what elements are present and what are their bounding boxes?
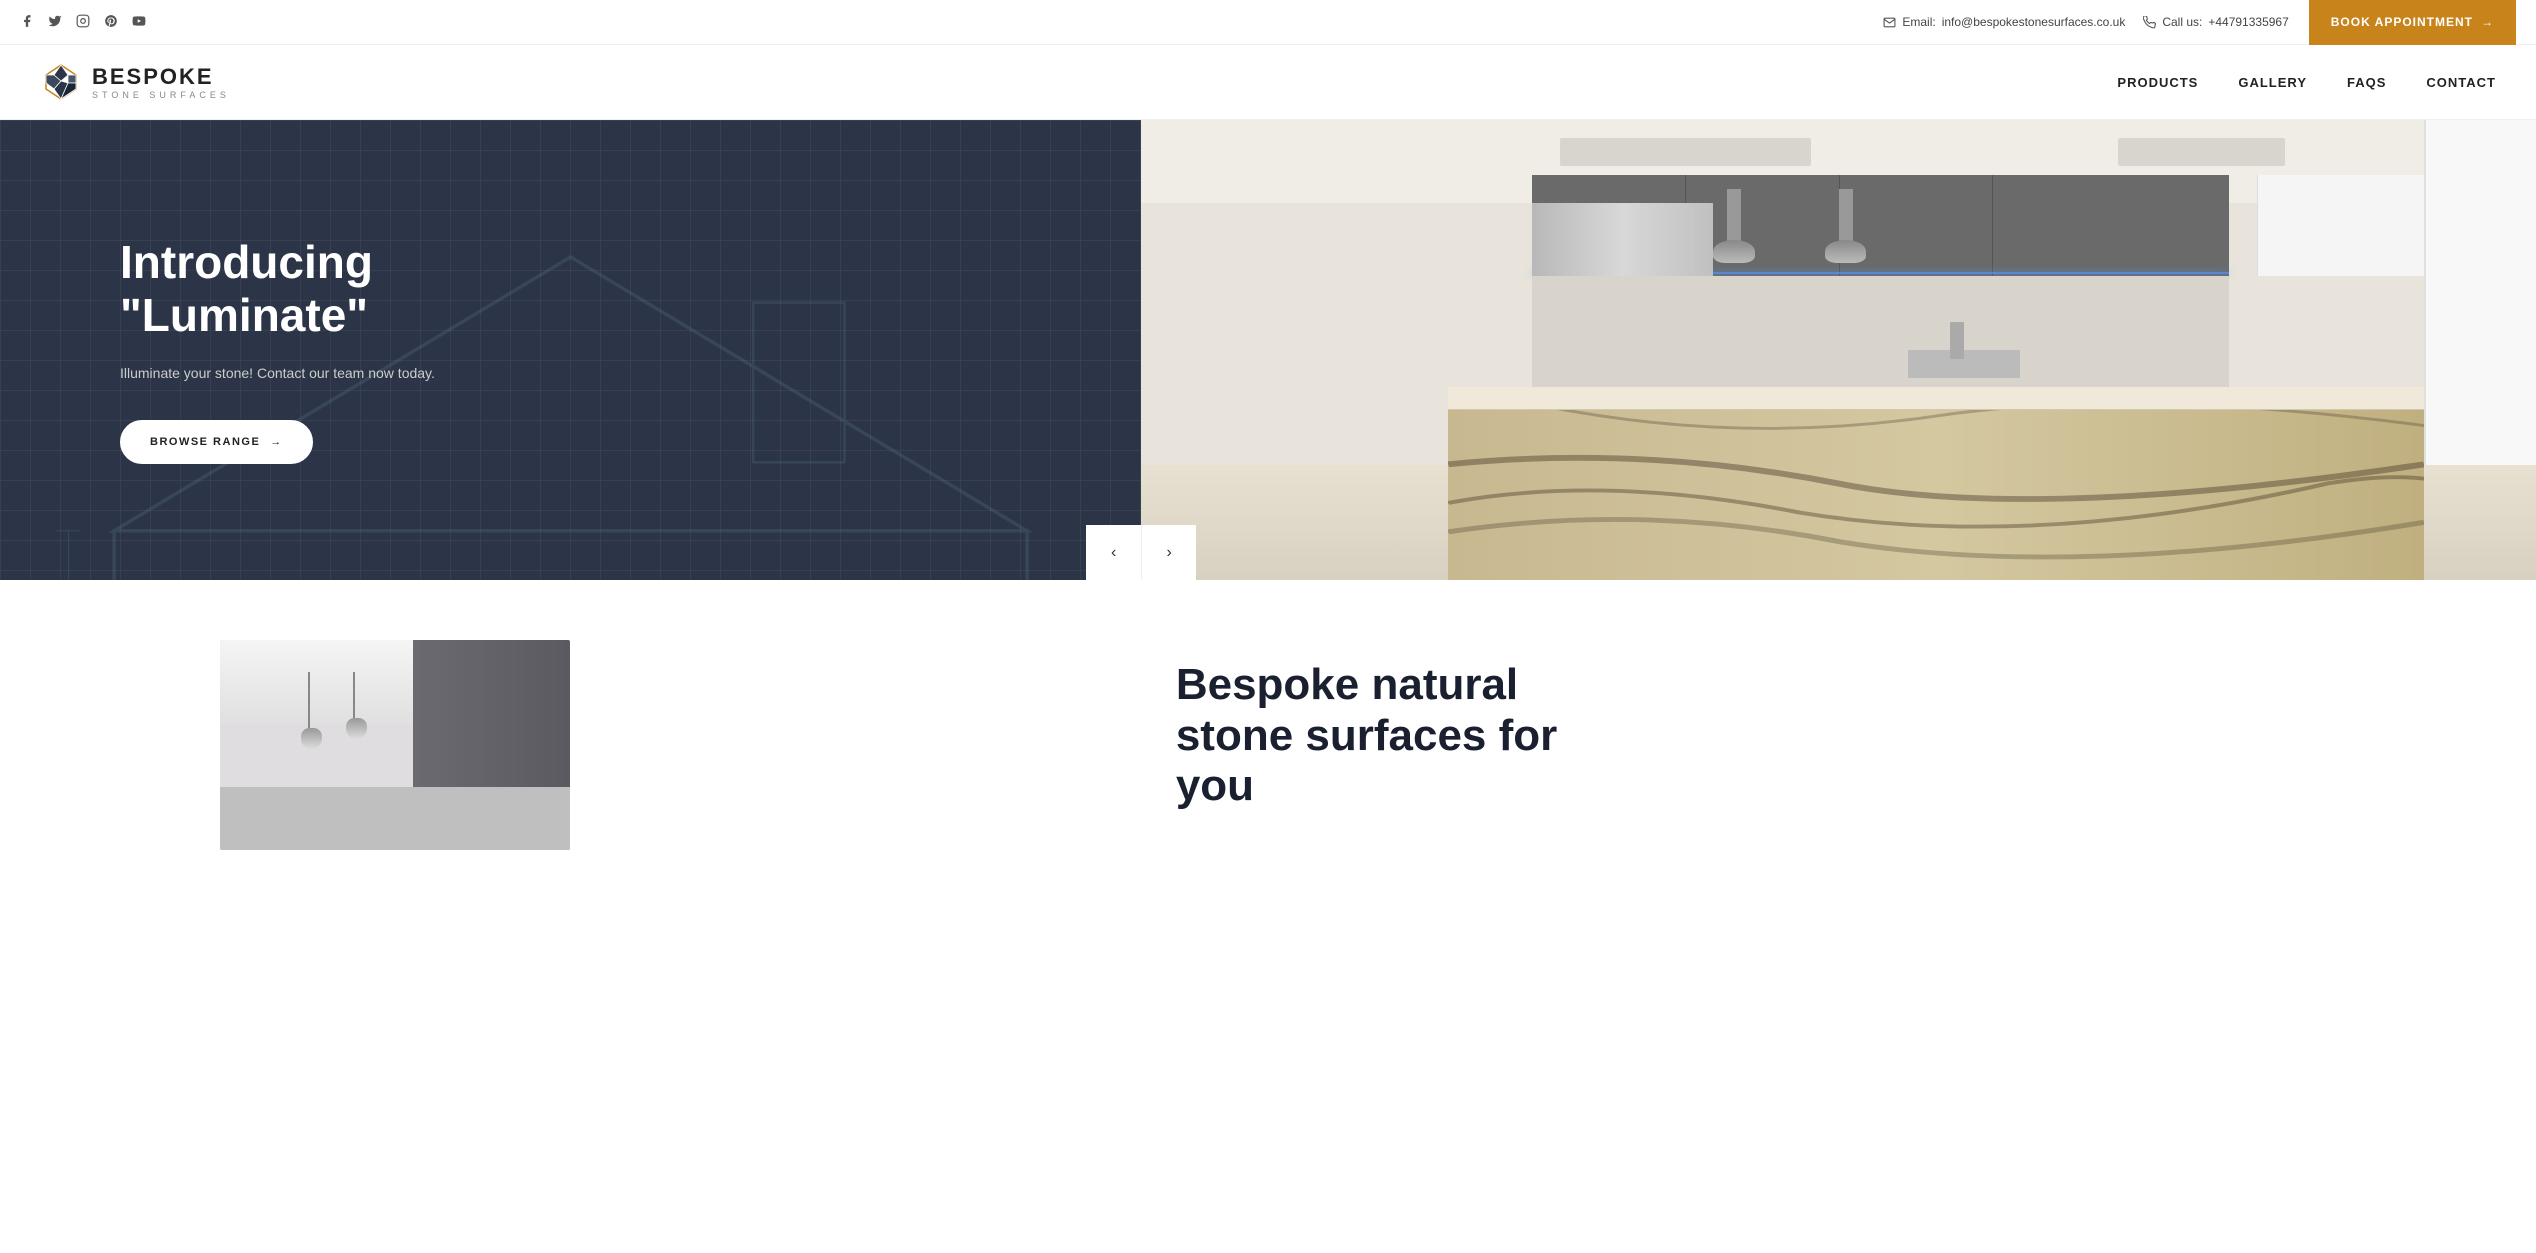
email-label: Email: xyxy=(1902,15,1935,29)
contact-info: Email: info@bespokestonesurfaces.co.uk C… xyxy=(1883,15,2288,29)
hero-right-panel xyxy=(1141,120,2536,580)
phone-value: +44791335967 xyxy=(2208,15,2288,29)
twitter-icon[interactable] xyxy=(48,14,62,31)
nav-links: PRODUCTS GALLERY FAQS CONTACT xyxy=(2117,75,2496,90)
instagram-icon[interactable] xyxy=(76,14,90,31)
below-right-panel: Bespoke natural stone surfaces for you xyxy=(1116,640,2536,832)
hero-left-panel: Introducing "Luminate" Illuminate your s… xyxy=(0,120,1141,580)
youtube-icon[interactable] xyxy=(132,14,146,31)
email-icon xyxy=(1883,16,1896,29)
contact-bar: Email: info@bespokestonesurfaces.co.uk C… xyxy=(1883,0,2516,45)
nav-contact[interactable]: CONTACT xyxy=(2426,75,2496,90)
hero-description: Illuminate your stone! Contact our team … xyxy=(120,362,435,384)
section-title: Bespoke natural stone surfaces for you xyxy=(1176,660,2476,812)
email-contact: Email: info@bespokestonesurfaces.co.uk xyxy=(1883,15,2125,29)
slider-next-button[interactable]: › xyxy=(1141,525,1196,580)
below-hero-section: Bespoke natural stone surfaces for you xyxy=(0,580,2536,850)
nav-products[interactable]: PRODUCTS xyxy=(2117,75,2198,90)
top-bar: Email: info@bespokestonesurfaces.co.uk C… xyxy=(0,0,2536,45)
facebook-icon[interactable] xyxy=(20,14,34,31)
below-left-panel xyxy=(0,640,1116,850)
below-image xyxy=(220,640,570,850)
email-value: info@bespokestonesurfaces.co.uk xyxy=(1942,15,2126,29)
phone-label: Call us: xyxy=(2162,15,2202,29)
slider-controls: ‹ › xyxy=(1086,525,1196,580)
hero-content: Introducing "Luminate" Illuminate your s… xyxy=(120,236,435,464)
hero-title: Introducing "Luminate" xyxy=(120,236,435,342)
nav-faqs[interactable]: FAQS xyxy=(2347,75,2386,90)
main-nav: BESPOKE STONE SURFACES PRODUCTS GALLERY … xyxy=(0,45,2536,120)
logo-text: BESPOKE STONE SURFACES xyxy=(92,64,230,100)
browse-range-button[interactable]: BROWSE RANGE → xyxy=(120,420,313,464)
hero-section: Introducing "Luminate" Illuminate your s… xyxy=(0,120,2536,580)
slider-prev-button[interactable]: ‹ xyxy=(1086,525,1141,580)
phone-contact: Call us: +44791335967 xyxy=(2143,15,2288,29)
logo-icon xyxy=(40,61,82,103)
book-appointment-button[interactable]: BOOK APPOINTMENT → xyxy=(2309,0,2516,45)
phone-icon xyxy=(2143,16,2156,29)
kitchen-image xyxy=(1141,120,2536,580)
logo[interactable]: BESPOKE STONE SURFACES xyxy=(40,61,230,103)
pinterest-icon[interactable] xyxy=(104,14,118,31)
nav-gallery[interactable]: GALLERY xyxy=(2238,75,2307,90)
social-links xyxy=(20,14,146,31)
